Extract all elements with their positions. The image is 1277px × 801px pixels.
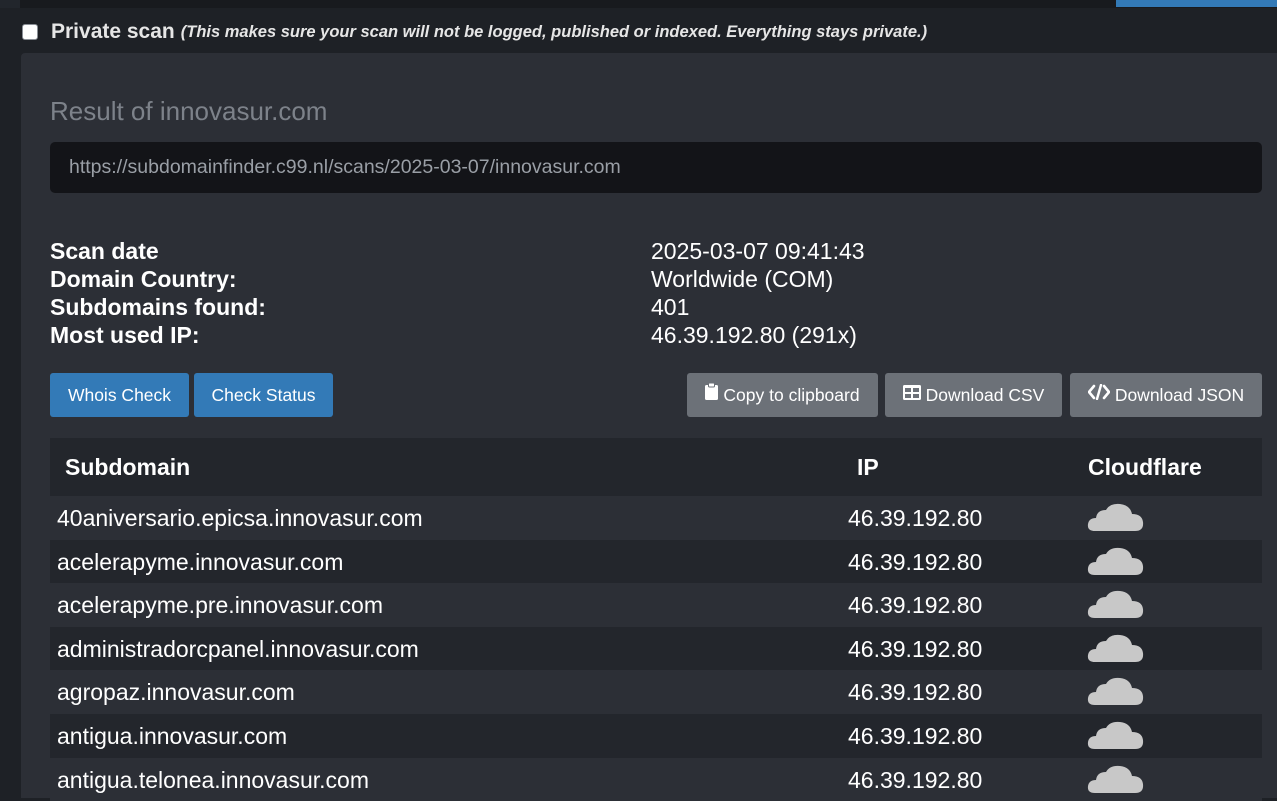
info-label: Most used IP:	[50, 322, 200, 348]
ip-cell: 46.39.192.80	[848, 635, 983, 662]
result-title: Result of innovasur.com	[50, 96, 328, 126]
private-scan-checkbox[interactable]	[22, 24, 38, 40]
check-status-button[interactable]: Check Status	[194, 373, 333, 417]
cloud-off-icon	[1087, 721, 1145, 757]
table-icon	[902, 372, 921, 416]
cloud-off-icon	[1087, 634, 1145, 670]
cloud-off-icon	[1087, 677, 1145, 713]
info-label: Subdomains found:	[50, 294, 266, 320]
download-json-button[interactable]: Download JSON	[1070, 373, 1262, 417]
subdomain-cell[interactable]: antigua.telonea.innovasur.com	[57, 767, 369, 794]
subdomain-cell[interactable]: acelerapyme.innovasur.com	[57, 549, 343, 576]
table-row: 40aniversario.epicsa.innovasur.com 46.39…	[50, 496, 1262, 540]
subdomain-cell[interactable]: agropaz.innovasur.com	[57, 679, 295, 706]
scan-url-field[interactable]: https://subdomainfinder.c99.nl/scans/202…	[50, 142, 1262, 193]
private-scan-label[interactable]: Private scan	[51, 20, 175, 44]
code-icon	[1087, 372, 1111, 416]
info-row-subdomains-found: Subdomains found: 401	[50, 294, 1250, 322]
whois-check-label: Whois Check	[67, 385, 172, 405]
download-csv-label: Download CSV	[925, 385, 1045, 405]
copy-to-clipboard-button[interactable]: Copy to clipboard	[687, 373, 878, 417]
cloud-off-icon	[1087, 765, 1145, 801]
subdomain-cell[interactable]: 40aniversario.epicsa.innovasur.com	[57, 505, 423, 532]
table-row: administradorcpanel.innovasur.com 46.39.…	[50, 626, 1262, 671]
info-row-scan-date: Scan date 2025-03-07 09:41:43	[50, 238, 1250, 266]
column-header-subdomain[interactable]: Subdomain	[65, 454, 190, 481]
table-row: acelerapyme.innovasur.com 46.39.192.80	[50, 539, 1262, 584]
info-value: 401	[651, 294, 690, 320]
clipboard-icon	[705, 372, 719, 416]
subdomain-cell[interactable]: administradorcpanel.innovasur.com	[57, 636, 419, 663]
check-status-label: Check Status	[211, 385, 316, 405]
scan-button-edge[interactable]	[1116, 0, 1277, 7]
info-value: Worldwide (COM)	[651, 266, 834, 292]
private-scan-note: (This makes sure your scan will not be l…	[180, 22, 928, 41]
table-row: agropaz.innovasur.com 46.39.192.80	[50, 670, 1262, 714]
copy-to-clipboard-label: Copy to clipboard	[723, 385, 860, 405]
top-bar	[0, 0, 1277, 8]
info-label: Scan date	[50, 238, 159, 264]
ip-cell: 46.39.192.80	[848, 722, 983, 749]
result-panel: Result of innovasur.com https://subdomai…	[21, 53, 1277, 801]
cloud-off-icon	[1087, 547, 1145, 583]
private-scan-row: Private scan (This makes sure your scan …	[22, 18, 927, 46]
subdomain-cell[interactable]: acelerapyme.pre.innovasur.com	[57, 592, 383, 619]
download-csv-button[interactable]: Download CSV	[885, 373, 1062, 417]
ip-cell: 46.39.192.80	[848, 592, 983, 619]
cloud-off-icon	[1087, 503, 1145, 539]
info-value: 46.39.192.80 (291x)	[651, 322, 857, 348]
info-row-most-used-ip: Most used IP: 46.39.192.80 (291x)	[50, 322, 1250, 350]
top-bar-gap	[0, 0, 20, 8]
ip-cell: 46.39.192.80	[848, 679, 983, 706]
table-row: antigua.innovasur.com 46.39.192.80	[50, 713, 1262, 758]
table-row: acelerapyme.pre.innovasur.com 46.39.192.…	[50, 583, 1262, 627]
download-json-label: Download JSON	[1114, 385, 1245, 405]
scan-info: Scan date 2025-03-07 09:41:43 Domain Cou…	[50, 238, 1250, 350]
column-header-ip[interactable]: IP	[857, 454, 879, 481]
cloud-off-icon	[1087, 590, 1145, 626]
ip-cell: 46.39.192.80	[848, 548, 983, 575]
table-header: Subdomain IP Cloudflare	[50, 438, 1262, 496]
ip-cell: 46.39.192.80	[848, 766, 983, 793]
table-row: antigua.telonea.innovasur.com 46.39.192.…	[50, 757, 1262, 801]
ip-cell: 46.39.192.80	[848, 505, 983, 531]
info-value: 2025-03-07 09:41:43	[651, 238, 865, 264]
whois-check-button[interactable]: Whois Check	[50, 373, 189, 417]
info-label: Domain Country:	[50, 266, 237, 292]
subdomain-table: Subdomain IP Cloudflare 40aniversario.ep…	[50, 438, 1262, 801]
column-header-cloudflare[interactable]: Cloudflare	[1088, 454, 1202, 481]
subdomain-cell[interactable]: antigua.innovasur.com	[57, 723, 287, 750]
info-row-domain-country: Domain Country: Worldwide (COM)	[50, 266, 1250, 294]
